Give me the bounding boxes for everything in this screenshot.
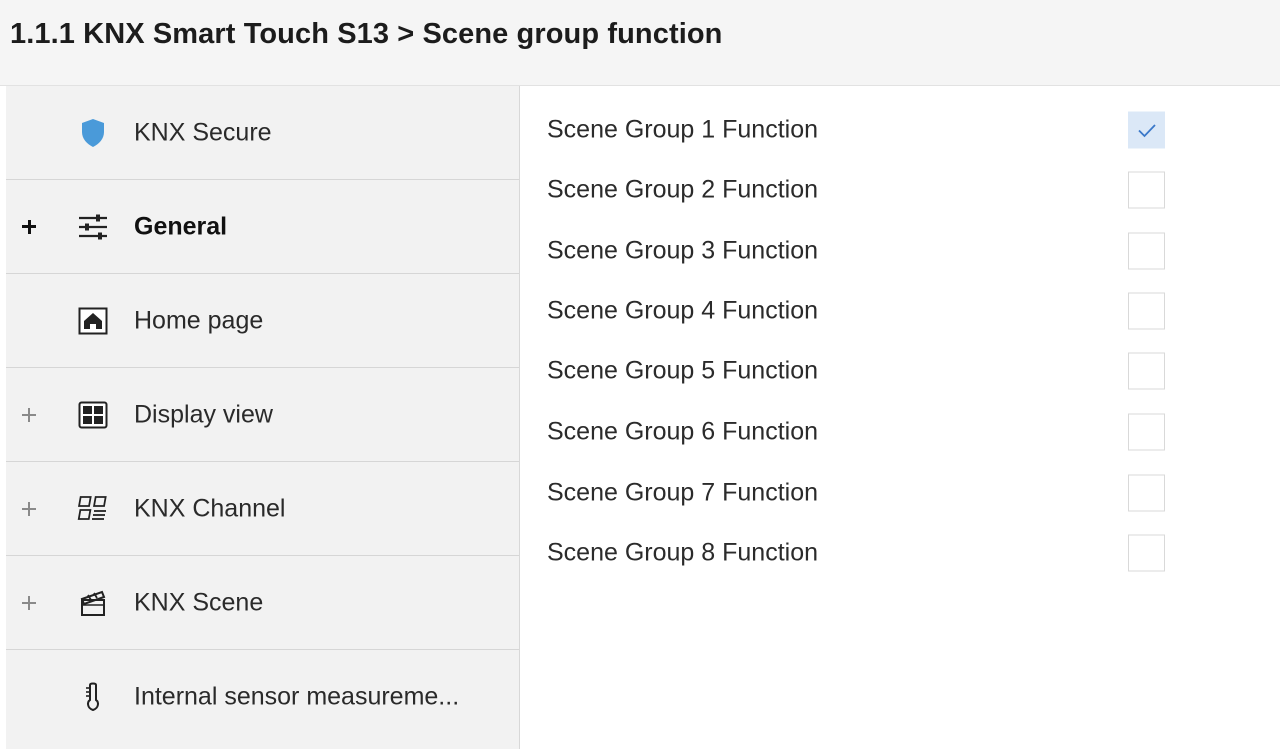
expand-plus-icon[interactable]: [20, 500, 38, 518]
param-row-scene-group-7: Scene Group 7 Function: [520, 463, 1280, 523]
clapperboard-icon: [76, 586, 110, 620]
param-row-scene-group-6: Scene Group 6 Function: [520, 402, 1280, 462]
sliders-icon: [76, 210, 110, 244]
expand-plus-icon[interactable]: [20, 406, 38, 424]
param-label: Scene Group 4 Function: [547, 296, 818, 325]
param-label: Scene Group 8 Function: [547, 538, 818, 567]
parameter-panel: Scene Group 1 Function Scene Group 2 Fun…: [520, 86, 1280, 749]
param-row-scene-group-4: Scene Group 4 Function: [520, 281, 1280, 341]
channel-icon: [76, 492, 110, 526]
app-window: 1.1.1 KNX Smart Touch S13 > Scene group …: [0, 0, 1280, 749]
scene-group-6-checkbox[interactable]: [1128, 413, 1165, 451]
sidebar-item-display-view[interactable]: Display view: [6, 368, 519, 462]
sidebar-item-general[interactable]: General: [6, 180, 519, 274]
page-title: 1.1.1 KNX Smart Touch S13 > Scene group …: [10, 18, 723, 50]
scene-group-1-checkbox[interactable]: [1128, 111, 1165, 149]
scene-group-4-checkbox[interactable]: [1128, 292, 1165, 330]
param-label: Scene Group 6 Function: [547, 417, 818, 446]
scene-group-7-checkbox[interactable]: [1128, 474, 1165, 512]
param-row-scene-group-1: Scene Group 1 Function: [520, 100, 1280, 160]
param-label: Scene Group 5 Function: [547, 356, 818, 385]
param-label: Scene Group 1 Function: [547, 115, 818, 144]
param-row-scene-group-3: Scene Group 3 Function: [520, 221, 1280, 281]
sidebar-item-label: Home page: [134, 306, 264, 334]
param-label: Scene Group 7 Function: [547, 478, 818, 507]
param-row-scene-group-8: Scene Group 8 Function: [520, 523, 1280, 583]
shield-icon: [76, 116, 110, 150]
sidebar-item-knx-scene[interactable]: KNX Scene: [6, 556, 519, 650]
param-label: Scene Group 2 Function: [547, 175, 818, 204]
display-grid-icon: [76, 398, 110, 432]
thermometer-icon: [76, 680, 110, 714]
scene-group-8-checkbox[interactable]: [1128, 534, 1165, 572]
sidebar-item-internal-sensor[interactable]: Internal sensor measureme...: [6, 650, 519, 744]
sidebar-item-knx-channel[interactable]: KNX Channel: [6, 462, 519, 556]
param-label: Scene Group 3 Function: [547, 236, 818, 265]
scene-group-3-checkbox[interactable]: [1128, 232, 1165, 270]
expand-plus-icon[interactable]: [20, 594, 38, 612]
expand-plus-icon[interactable]: [20, 218, 38, 236]
sidebar-item-label: KNX Scene: [134, 588, 264, 616]
sidebar-item-label: General: [134, 212, 228, 240]
home-icon: [76, 304, 110, 338]
scene-group-2-checkbox[interactable]: [1128, 171, 1165, 209]
sidebar-item-label: Display view: [134, 400, 273, 428]
param-row-scene-group-5: Scene Group 5 Function: [520, 341, 1280, 401]
title-bar: 1.1.1 KNX Smart Touch S13 > Scene group …: [0, 0, 1280, 86]
sidebar: KNX Secure General Home page Display vie…: [6, 86, 520, 749]
scene-group-5-checkbox[interactable]: [1128, 352, 1165, 390]
sidebar-item-label: KNX Secure: [134, 118, 272, 146]
checkmark-icon: [1137, 123, 1156, 137]
sidebar-item-knx-secure[interactable]: KNX Secure: [6, 86, 519, 180]
param-row-scene-group-2: Scene Group 2 Function: [520, 160, 1280, 220]
sidebar-item-label: Internal sensor measureme...: [134, 682, 460, 711]
sidebar-item-home-page[interactable]: Home page: [6, 274, 519, 368]
sidebar-item-label: KNX Channel: [134, 494, 286, 522]
